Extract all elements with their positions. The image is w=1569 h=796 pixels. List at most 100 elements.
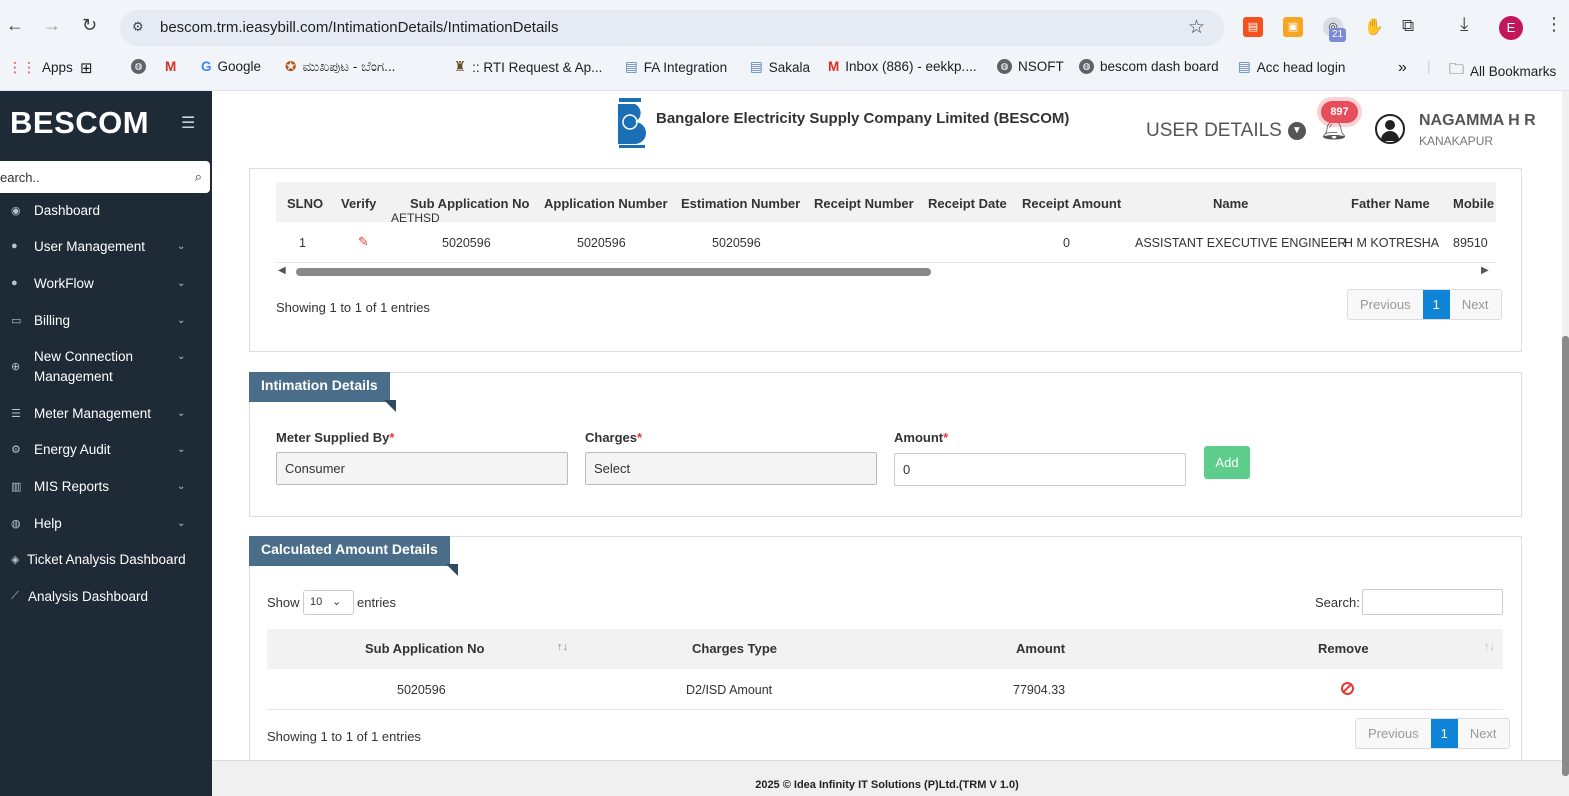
bookmark-rti[interactable]: ♜:: RTI Request & Ap...: [454, 59, 602, 75]
col-estimation-number[interactable]: Estimation Number: [681, 196, 800, 211]
col-receipt-date[interactable]: Receipt Date: [928, 196, 1007, 211]
col-amount[interactable]: Amount: [1016, 641, 1065, 656]
bookmark-inbox[interactable]: M Inbox (886) - eekkp....: [828, 59, 977, 74]
horizontal-scrollbar[interactable]: ◀ ▶: [276, 265, 1496, 279]
col-mobile[interactable]: Mobile: [1453, 196, 1494, 211]
sidebar-item-workflow[interactable]: ● WorkFlow ⌄: [0, 274, 212, 294]
remove-icon[interactable]: [1341, 682, 1354, 695]
user-avatar-icon[interactable]: [1375, 114, 1405, 144]
brand-logo-text[interactable]: BESCOM: [10, 105, 149, 141]
forward-icon[interactable]: →: [43, 15, 61, 36]
bookmark-globe[interactable]: ◍: [131, 59, 146, 74]
sidebar-item-help[interactable]: ◍ Help ⌄: [0, 514, 212, 534]
globe-icon: ◍: [1079, 59, 1094, 74]
page-scroll-thumb[interactable]: [1562, 336, 1569, 776]
hand-icon[interactable]: ✋: [1364, 17, 1384, 37]
reload-icon[interactable]: ↻: [82, 15, 97, 36]
folder-icon: 🗀: [1449, 61, 1465, 78]
table-info: Showing 1 to 1 of 1 entries: [267, 729, 421, 744]
bookmark-kannada[interactable]: ✪ ಮುಖಪುಟ - ಬೆಂಗ...: [285, 59, 395, 75]
sidebar-item-energy-audit[interactable]: ⚙ Energy Audit ⌄: [0, 440, 212, 460]
site-info-icon[interactable]: ⚙: [132, 19, 144, 35]
hamburger-icon[interactable]: ☰: [181, 113, 195, 133]
bookmark-acc-head[interactable]: ▤ Acc head login: [1238, 59, 1345, 75]
sidebar-item-analysis-dashboard[interactable]: ⟋ Analysis Dashboard: [0, 587, 212, 607]
profile-avatar[interactable]: E: [1499, 16, 1523, 40]
sidebar-item-meter-management[interactable]: ☰ Meter Management ⌄: [0, 404, 212, 424]
bookmark-star-icon[interactable]: ☆: [1188, 16, 1205, 39]
add-button[interactable]: Add: [1204, 446, 1250, 479]
col-slno[interactable]: SLNO: [287, 196, 323, 211]
bookmark-grid[interactable]: ⊞: [80, 59, 93, 77]
previous-button[interactable]: Previous: [1348, 290, 1423, 319]
chevron-down-icon: ⌄: [177, 241, 186, 252]
chevron-down-icon: ⌄: [177, 351, 186, 362]
previous-button[interactable]: Previous: [1356, 719, 1431, 748]
page-icon: ▤: [625, 59, 638, 74]
amount-input[interactable]: 0: [894, 453, 1186, 486]
bookmark-gmail[interactable]: M: [165, 59, 176, 74]
bookmark-dashboard[interactable]: ◍ bescom dash board: [1079, 59, 1219, 74]
chevron-down-icon: ⌄: [177, 408, 186, 419]
user-details-dropdown[interactable]: USER DETAILS ▼: [1146, 120, 1306, 142]
col-receipt-amount[interactable]: Receipt Amount: [1022, 196, 1121, 211]
bookmark-apps[interactable]: ⋮⋮ Apps: [8, 59, 73, 76]
col-charges-type[interactable]: Charges Type: [692, 641, 777, 656]
page-1-button[interactable]: 1: [1430, 719, 1458, 748]
all-bookmarks[interactable]: 🗀 All Bookmarks: [1449, 59, 1556, 84]
menu-kebab-icon[interactable]: ⋮: [1545, 14, 1563, 35]
bookmark-sakala[interactable]: ▤ Sakala: [750, 59, 810, 75]
gmail-icon: M: [828, 59, 840, 74]
more-bookmarks[interactable]: »: [1398, 59, 1407, 77]
bookmark-fa[interactable]: ▤ FA Integration: [625, 59, 727, 75]
search-icon[interactable]: ⌕: [195, 169, 202, 185]
extension-icon-2[interactable]: ▣: [1283, 17, 1303, 37]
next-button[interactable]: Next: [1449, 290, 1501, 319]
extensions-icon[interactable]: ⧉: [1402, 16, 1414, 36]
sidebar-item-new-connection[interactable]: ⊕ New Connection Management ⌄: [0, 347, 212, 387]
col-sub-application[interactable]: Sub Application No: [410, 196, 529, 211]
page-scrollbar[interactable]: [1562, 91, 1569, 796]
grid-icon: ⊞: [80, 60, 93, 77]
col-application-number[interactable]: Application Number: [544, 196, 668, 211]
sidebar-item-mis-reports[interactable]: ▥ MIS Reports ⌄: [0, 477, 212, 497]
table-row: 1 ✎ 5020596 5020596 5020596 0 ASSISTANT …: [276, 222, 1496, 263]
back-icon[interactable]: ←: [6, 15, 24, 36]
col-father-name[interactable]: Father Name: [1351, 196, 1430, 211]
bookmarks-bar: ⋮⋮ Apps ⊞ ◍ M G Google ✪ ಮುಖಪುಟ - ಬೆಂಗ... ♜…: [0, 55, 1569, 81]
page-1-button[interactable]: 1: [1422, 290, 1450, 319]
charges-select[interactable]: Select: [585, 452, 877, 485]
col-remove[interactable]: Remove: [1318, 641, 1369, 656]
scroll-left-icon[interactable]: ◀: [278, 265, 286, 276]
bookmark-nsoft[interactable]: ◍ NSOFT: [997, 59, 1064, 74]
chevron-down-icon: ▼: [1287, 122, 1306, 140]
col-name[interactable]: Name: [1213, 196, 1248, 211]
scroll-thumb[interactable]: [296, 268, 931, 276]
sidebar-search-input[interactable]: [0, 161, 180, 193]
bookmark-google[interactable]: G Google: [201, 59, 261, 74]
list-icon: ☰: [11, 408, 21, 420]
edit-icon[interactable]: ✎: [358, 234, 369, 250]
sidebar-search: ⌕: [0, 161, 210, 193]
col-receipt-number[interactable]: Receipt Number: [814, 196, 914, 211]
meter-supplied-select[interactable]: Consumer: [276, 452, 568, 485]
extension-icon-1[interactable]: ▤: [1243, 17, 1263, 37]
sidebar-item-dashboard[interactable]: ◉ Dashboard: [0, 201, 212, 221]
col-sub-application[interactable]: Sub Application No: [365, 641, 484, 656]
download-icon[interactable]: ⤓: [1460, 14, 1468, 36]
sidebar-item-billing[interactable]: ▭ Billing ⌄: [0, 311, 212, 331]
page-size-select[interactable]: 10 ⌄: [303, 590, 354, 615]
sort-icon[interactable]: ↑↓: [557, 641, 568, 653]
table-search-input[interactable]: [1362, 589, 1503, 615]
sidebar-item-user-management[interactable]: ● User Management ⌄: [0, 237, 212, 257]
next-button[interactable]: Next: [1457, 719, 1509, 748]
sidebar-item-ticket-analysis[interactable]: ◈ Ticket Analysis Dashboard: [0, 550, 212, 570]
address-bar[interactable]: ⚙ bescom.trm.ieasybill.com/IntimationDet…: [120, 10, 1224, 46]
entries-label: entries: [357, 595, 397, 610]
sort-icon[interactable]: ↑↓: [1484, 641, 1495, 653]
cogs-icon: ⚙: [11, 444, 21, 456]
col-verify[interactable]: Verify: [341, 196, 376, 211]
bar-chart-icon: ▥: [11, 481, 22, 493]
scroll-right-icon[interactable]: ▶: [1481, 265, 1489, 276]
section-title: Calculated Amount Details: [249, 536, 450, 566]
